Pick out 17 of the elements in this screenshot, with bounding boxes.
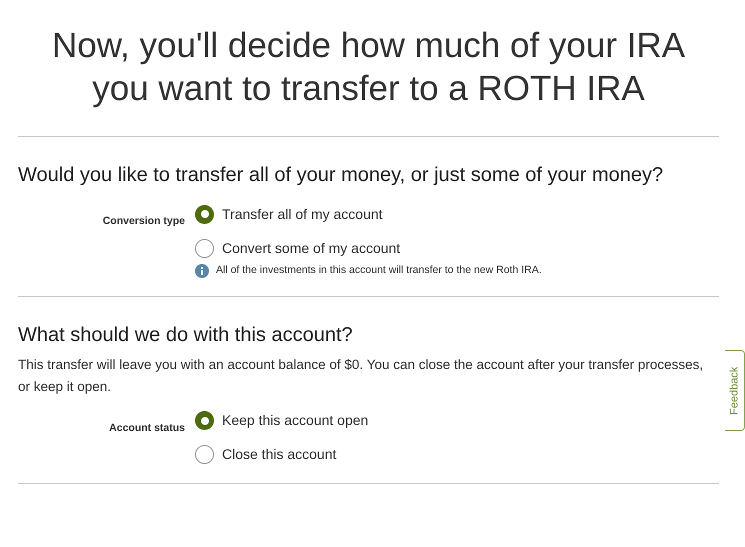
radio-button[interactable] [195, 238, 214, 258]
radio-button[interactable] [195, 411, 214, 430]
section-heading: What should we do with this account? [18, 322, 354, 348]
feedback-tab[interactable]: Feedback [725, 350, 745, 431]
page-title: Now, you'll decide how much of your IRA you want to transfer to a ROTH IRA [50, 25, 686, 110]
section-heading: Would you like to transfer all of your money, or just some of your money? [18, 163, 664, 188]
field-label: Account status [109, 422, 185, 434]
info-icon [195, 264, 209, 278]
field-label: Conversion type [102, 215, 185, 227]
radio-option[interactable]: Convert some of my account [195, 237, 542, 259]
radio-option[interactable]: Transfer all of my account [195, 203, 542, 225]
radio-button[interactable] [195, 204, 214, 224]
section-description: This transfer will leave you with an account balance of $0. You can close the account after your transfer processes, or keep it open. [18, 356, 704, 396]
radio-button[interactable] [195, 445, 214, 464]
info-text: All of the investments in this account will transfer to the new Roth IRA. [216, 263, 542, 278]
radio-option[interactable]: Close this account [195, 444, 368, 466]
radio-option[interactable]: Keep this account open [195, 410, 368, 432]
